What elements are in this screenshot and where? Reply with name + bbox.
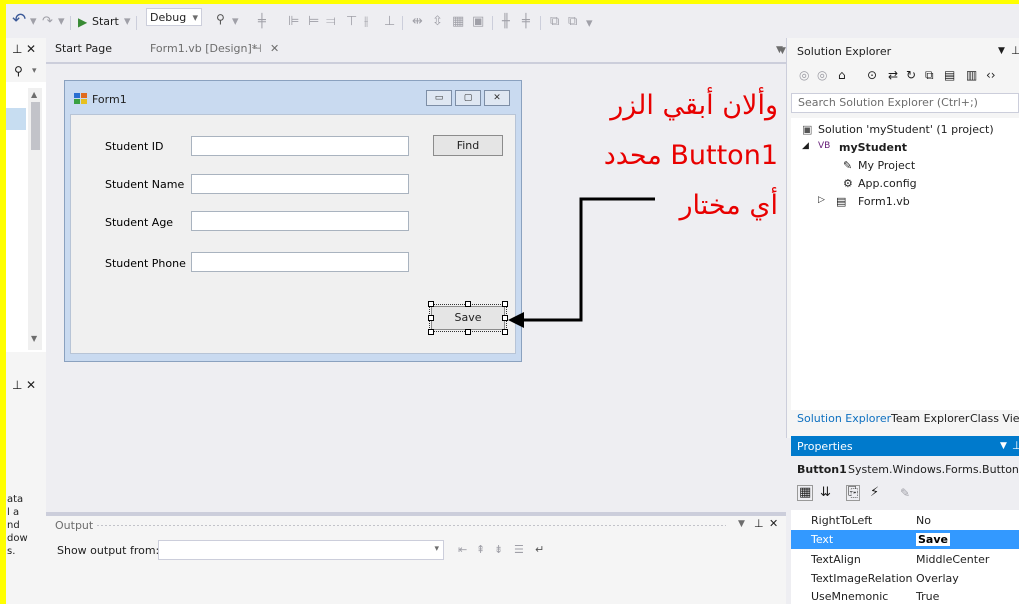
- property-name[interactable]: Text: [811, 533, 833, 546]
- solution-icon: ▣: [802, 123, 813, 136]
- find-message-icon[interactable]: ⇤: [458, 543, 467, 556]
- tree-item-form1[interactable]: Form1.vb: [858, 195, 910, 208]
- property-pages-icon[interactable]: ✎: [900, 486, 910, 500]
- history-icon[interactable]: ⊙: [867, 68, 877, 82]
- properties-title: Properties: [797, 440, 853, 453]
- solution-explorer-search[interactable]: Search Solution Explorer (Ctrl+;): [791, 93, 1019, 113]
- property-name[interactable]: UseMnemonic: [811, 590, 888, 603]
- show-output-from-select[interactable]: ▾: [158, 540, 444, 560]
- property-name[interactable]: TextImageRelation: [811, 572, 912, 585]
- alphabetical-icon[interactable]: ⇊: [820, 485, 831, 500]
- annotation-arrow-to-save: [522, 197, 655, 322]
- close-icon[interactable]: ✕: [769, 517, 778, 530]
- chevron-down-icon: ▾: [434, 544, 439, 554]
- tab-solution-explorer[interactable]: Solution Explorer: [797, 412, 891, 425]
- annotation-arrowhead: [508, 312, 524, 328]
- output-title: Output: [55, 519, 94, 532]
- view-code-icon[interactable]: ‹›: [986, 68, 996, 82]
- tree-item-my-project[interactable]: My Project: [858, 159, 915, 172]
- properties-view-icon[interactable]: ⎘: [846, 485, 861, 501]
- tree-item-app-config[interactable]: App.config: [858, 177, 917, 190]
- pin-icon[interactable]: ⊥: [754, 517, 764, 530]
- word-wrap-icon[interactable]: ↵: [535, 543, 544, 556]
- sync-icon[interactable]: ⇄: [888, 68, 898, 82]
- property-object-name: Button1: [797, 463, 847, 476]
- categorized-icon[interactable]: ▦: [797, 485, 814, 501]
- property-object-type: System.Windows.Forms.Button: [848, 463, 1019, 476]
- expand-icon[interactable]: ◢: [802, 141, 809, 151]
- property-name[interactable]: TextAlign: [811, 553, 861, 566]
- pin-icon[interactable]: ⊥: [1012, 439, 1019, 452]
- tab-class-view[interactable]: Class View: [970, 412, 1019, 425]
- property-value[interactable]: No: [916, 514, 931, 527]
- panel-dropdown-icon[interactable]: ▼: [1000, 441, 1007, 451]
- back-icon[interactable]: ◎: [799, 68, 809, 82]
- pin-icon[interactable]: ⊥: [1011, 44, 1019, 57]
- clear-all-icon[interactable]: ☰: [514, 543, 524, 556]
- property-value[interactable]: MiddleCenter: [916, 553, 989, 566]
- panel-dropdown-icon[interactable]: ▼: [998, 46, 1005, 56]
- refresh-icon[interactable]: ↻: [906, 68, 916, 82]
- tree-item-solution[interactable]: Solution 'myStudent' (1 project): [818, 123, 994, 136]
- wrench-icon: ✎: [843, 159, 853, 172]
- tree-item-project[interactable]: myStudent: [839, 141, 907, 154]
- property-value[interactable]: True: [916, 590, 939, 603]
- collapse-arrow-icon[interactable]: ▷: [818, 195, 825, 205]
- events-icon[interactable]: ⚡: [870, 485, 879, 500]
- home-icon[interactable]: ⌂: [838, 68, 846, 82]
- output-title-grip: [96, 524, 726, 527]
- tab-overflow-icon[interactable]: ▼: [779, 46, 786, 56]
- previous-message-icon[interactable]: ⇞: [476, 543, 485, 556]
- show-all-files-icon[interactable]: ▤: [944, 68, 955, 82]
- solution-explorer-title: Solution Explorer: [797, 45, 892, 58]
- forward-icon[interactable]: ◎: [817, 68, 827, 82]
- tab-team-explorer[interactable]: Team Explorer: [891, 412, 969, 425]
- show-output-from-label: Show output from:: [57, 544, 160, 557]
- form-file-icon: ▤: [836, 195, 847, 208]
- collapse-all-icon[interactable]: ⧉: [925, 68, 934, 83]
- properties-icon[interactable]: ▥: [966, 68, 977, 82]
- vb-project-icon: VB: [818, 141, 831, 151]
- property-value-text[interactable]: Save: [916, 533, 950, 546]
- property-name[interactable]: RightToLeft: [811, 514, 872, 527]
- next-message-icon[interactable]: ⇟: [494, 543, 503, 556]
- config-file-icon: ⚙: [843, 177, 853, 190]
- output-dropdown-icon[interactable]: ▼: [738, 519, 745, 529]
- property-value[interactable]: Overlay: [916, 572, 959, 585]
